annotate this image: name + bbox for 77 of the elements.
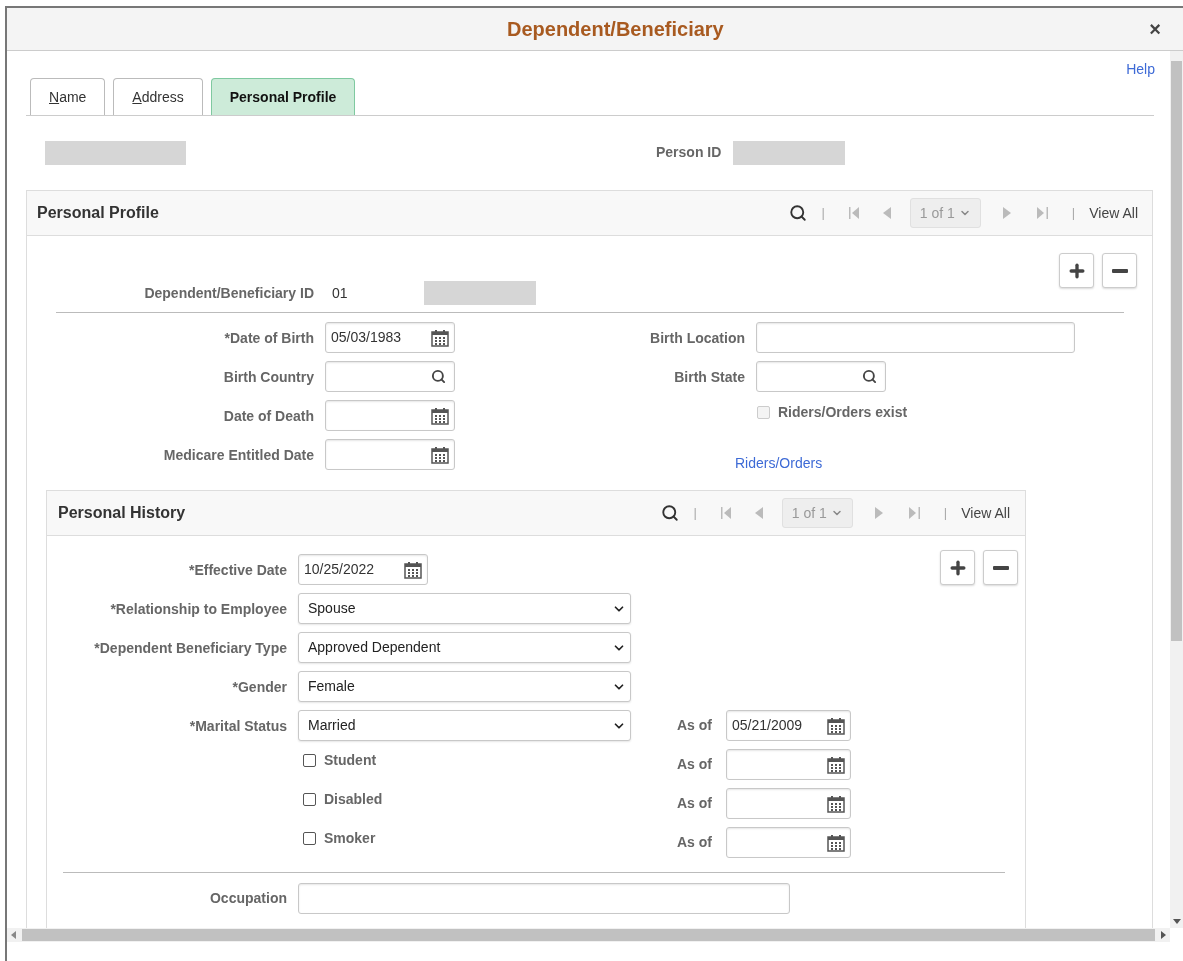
checkbox-label: Riders/Orders exist	[778, 402, 908, 422]
calendar-icon[interactable]	[827, 794, 845, 813]
checkbox[interactable]	[303, 793, 316, 806]
separator-glyph: |	[1071, 204, 1076, 223]
field-label: As of	[677, 716, 713, 735]
remove-row-button[interactable]	[1102, 253, 1137, 288]
help-link[interactable]: Help	[1126, 59, 1155, 79]
remove-row-button[interactable]	[983, 550, 1018, 585]
field-label: *Relationship to Employee	[110, 600, 287, 617]
search-icon[interactable]	[661, 504, 680, 522]
separator-glyph: |	[943, 504, 948, 523]
lookup-field[interactable]	[325, 361, 455, 392]
field-label: Date of Death	[223, 407, 314, 424]
field-label: *Marital Status	[189, 717, 287, 734]
field-label: As of	[677, 794, 713, 813]
section-title: Personal Profile	[37, 203, 159, 223]
minus-icon	[992, 565, 1009, 570]
field-label: Birth Location	[650, 329, 745, 346]
search-icon[interactable]	[862, 369, 877, 384]
date-field[interactable]	[726, 749, 851, 780]
minus-icon	[1111, 268, 1128, 273]
dropdown-field[interactable]: Female	[298, 671, 631, 702]
checkbox[interactable]	[303, 832, 316, 845]
date-field[interactable]: 05/03/1983	[325, 322, 455, 353]
field-label: *Gender	[232, 678, 287, 695]
field-label: *Effective Date	[188, 561, 287, 578]
checkbox-label: Smoker	[324, 829, 376, 848]
date-field[interactable]: 05/21/2009	[726, 710, 851, 741]
tab[interactable]: Address	[113, 78, 203, 115]
calendar-icon[interactable]	[431, 406, 449, 425]
vertical-scrollbar[interactable]	[1170, 51, 1183, 928]
field-label: Birth Country	[223, 368, 314, 385]
calendar-icon[interactable]	[431, 328, 449, 347]
calendar-icon[interactable]	[827, 755, 845, 774]
date-field[interactable]	[325, 439, 455, 470]
input-field[interactable]	[756, 322, 1075, 353]
separator-glyph: |	[693, 504, 697, 523]
date-field[interactable]	[726, 788, 851, 819]
field-label: Birth State	[674, 368, 745, 385]
date-field[interactable]	[726, 827, 851, 858]
checkbox[interactable]	[303, 754, 316, 767]
dropdown-field[interactable]: Spouse	[298, 593, 631, 624]
riders-orders-link[interactable]: Riders/Orders	[735, 452, 823, 474]
field-label: *Dependent Beneficiary Type	[94, 639, 287, 656]
horizontal-scrollbar[interactable]	[7, 928, 1170, 942]
separator-glyph: |	[821, 204, 825, 223]
add-row-button[interactable]	[1059, 253, 1094, 288]
close-button[interactable]: ×	[1149, 14, 1161, 44]
field-label: As of	[677, 833, 713, 852]
calendar-icon[interactable]	[827, 716, 845, 735]
section-title: Personal History	[58, 503, 186, 523]
field-label: Medicare Entitled Date	[163, 446, 314, 463]
field-value: 01	[332, 283, 348, 303]
field-label: Occupation	[210, 890, 287, 906]
dropdown-field[interactable]: Approved Dependent	[298, 632, 631, 663]
search-icon[interactable]	[789, 204, 808, 222]
calendar-icon[interactable]	[404, 560, 422, 579]
window-title: Dependent/Beneficiary	[507, 17, 724, 42]
calendar-icon[interactable]	[431, 445, 449, 464]
search-icon[interactable]	[431, 369, 446, 384]
field-label: As of	[677, 755, 713, 774]
add-row-button[interactable]	[940, 550, 975, 585]
view-all-link[interactable]: View All	[1089, 202, 1138, 224]
tab[interactable]: Personal Profile	[210, 78, 356, 115]
field-label: *Date of Birth	[224, 329, 314, 346]
field-label: Person ID	[656, 143, 722, 162]
field-label: Dependent/Beneficiary ID	[144, 285, 314, 301]
date-field[interactable]	[325, 400, 455, 431]
tab[interactable]: Name	[30, 78, 106, 115]
dropdown-field[interactable]: Married	[298, 710, 631, 741]
checkbox-label: Student	[324, 751, 377, 770]
lookup-field[interactable]	[756, 361, 886, 392]
date-field[interactable]: 10/25/2022	[298, 554, 428, 585]
input-field[interactable]	[298, 882, 790, 914]
calendar-icon[interactable]	[827, 833, 845, 852]
checkbox-label: Disabled	[324, 790, 383, 809]
view-all-link[interactable]: View All	[961, 502, 1010, 524]
